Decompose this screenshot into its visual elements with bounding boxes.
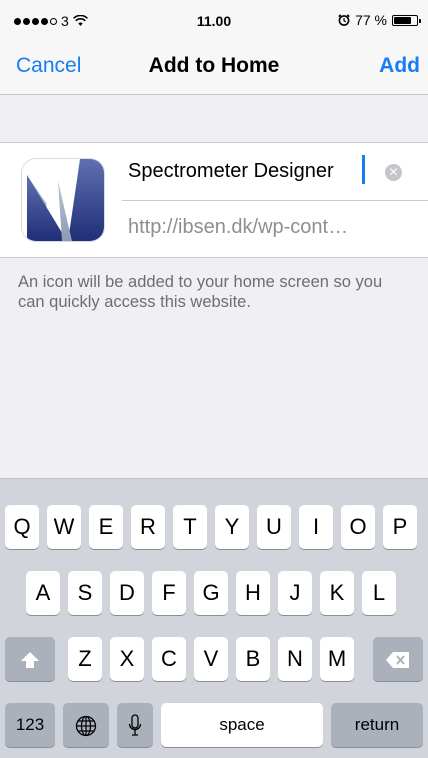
key-x[interactable]: X — [110, 637, 144, 681]
numbers-key[interactable]: 123 — [5, 703, 55, 747]
battery-percent: 77 % — [355, 12, 387, 28]
status-right-group: 77 % — [338, 12, 421, 28]
key-c[interactable]: C — [152, 637, 186, 681]
key-r[interactable]: R — [131, 505, 165, 549]
bookmark-url: http://ibsen.dk/wp-cont… — [128, 216, 349, 238]
key-a[interactable]: A — [26, 571, 60, 615]
key-e[interactable]: E — [89, 505, 123, 549]
key-u[interactable]: U — [257, 505, 291, 549]
key-q[interactable]: Q — [5, 505, 39, 549]
key-k[interactable]: K — [320, 571, 354, 615]
delete-key[interactable] — [373, 637, 423, 681]
add-button[interactable]: Add — [379, 54, 420, 78]
key-f[interactable]: F — [152, 571, 186, 615]
battery-icon — [392, 14, 421, 26]
bookmark-form-card: ✕ http://ibsen.dk/wp-cont… — [0, 142, 428, 258]
key-h[interactable]: H — [236, 571, 270, 615]
clear-icon[interactable]: ✕ — [385, 164, 402, 181]
keyboard: Q W E R T Y U I O P A S D F G H J K L Z … — [0, 478, 428, 758]
key-d[interactable]: D — [110, 571, 144, 615]
name-row: ✕ — [122, 143, 428, 201]
shift-icon — [21, 652, 39, 669]
shift-key[interactable] — [5, 637, 55, 681]
key-g[interactable]: G — [194, 571, 228, 615]
status-bar: 3 11.00 77 % — [0, 0, 428, 40]
page-title: Add to Home — [148, 54, 280, 77]
dictation-key[interactable] — [117, 703, 153, 747]
key-z[interactable]: Z — [68, 637, 102, 681]
space-key[interactable]: space — [161, 703, 323, 747]
key-o[interactable]: O — [341, 505, 375, 549]
key-l[interactable]: L — [362, 571, 396, 615]
key-v[interactable]: V — [194, 637, 228, 681]
microphone-icon — [128, 714, 142, 736]
text-caret — [362, 155, 365, 184]
key-w[interactable]: W — [47, 505, 81, 549]
alarm-icon — [338, 14, 350, 26]
return-key[interactable]: return — [331, 703, 423, 747]
key-m[interactable]: M — [320, 637, 354, 681]
bookmark-name-input[interactable] — [128, 155, 378, 187]
key-b[interactable]: B — [236, 637, 270, 681]
delete-icon — [386, 652, 409, 669]
key-n[interactable]: N — [278, 637, 312, 681]
key-y[interactable]: Y — [215, 505, 249, 549]
globe-key[interactable] — [63, 703, 109, 747]
key-p[interactable]: P — [383, 505, 417, 549]
key-i[interactable]: I — [299, 505, 333, 549]
key-s[interactable]: S — [68, 571, 102, 615]
key-t[interactable]: T — [173, 505, 207, 549]
website-app-icon — [22, 159, 104, 241]
key-j[interactable]: J — [278, 571, 312, 615]
navigation-bar: Cancel Add to Home Add — [0, 40, 428, 95]
add-to-home-hint: An icon will be added to your home scree… — [18, 273, 383, 311]
globe-icon — [75, 716, 97, 737]
